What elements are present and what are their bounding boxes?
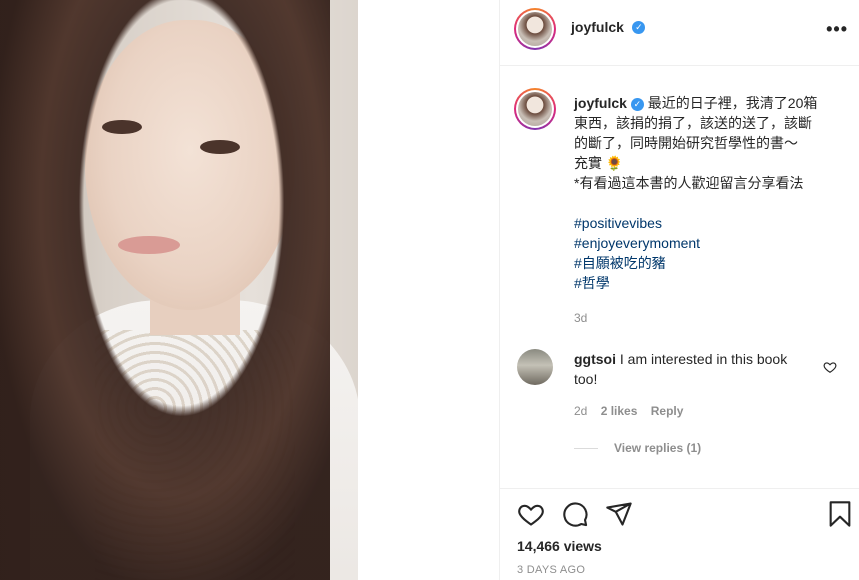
author-name-row: joyfulck ✓	[571, 19, 646, 37]
hashtag-link[interactable]: #自願被吃的豬	[574, 253, 844, 273]
comment-meta: 2d 2 likes Reply	[574, 404, 693, 418]
caption-line: 的斷了，同時開始研究哲學性的書～	[574, 135, 798, 151]
share-icon[interactable]	[605, 500, 633, 528]
reply-button[interactable]: Reply	[651, 404, 684, 418]
heart-icon[interactable]	[517, 500, 545, 528]
caption-timestamp[interactable]: 3d	[574, 311, 587, 325]
commenter-username[interactable]: ggtsoi	[574, 351, 616, 367]
hashtag-link[interactable]: #enjoyeverymoment	[574, 233, 844, 253]
comment-body: ggtsoi I am interested in this book too!	[574, 349, 804, 389]
photo-eye-left	[102, 120, 142, 134]
more-options-icon[interactable]: •••	[826, 19, 848, 40]
view-replies[interactable]: View replies (1)	[574, 441, 701, 455]
photo-hair	[0, 0, 330, 580]
post-caption: joyfulck ✓ 最近的日子裡，我清了20箱 東西，該捐的捐了，該送的送了，該…	[574, 93, 844, 328]
caption-author-avatar[interactable]	[514, 88, 556, 130]
caption-line: *有看過這本書的人歡迎留言分享看法	[574, 175, 804, 191]
post-header: joyfulck ✓ •••	[500, 0, 859, 66]
commenter-avatar[interactable]	[517, 349, 553, 385]
view-replies-label[interactable]: View replies (1)	[614, 441, 701, 455]
caption-line: 東西，該捐的捐了，該送的送了，該斷	[574, 115, 812, 131]
post-photo[interactable]	[0, 0, 358, 580]
comment-likes[interactable]: 2 likes	[601, 404, 638, 418]
comment-timestamp[interactable]: 2d	[574, 404, 587, 418]
bookmark-icon[interactable]	[826, 500, 854, 528]
comment-like-heart-icon[interactable]	[823, 360, 837, 374]
comment-icon[interactable]	[561, 500, 589, 528]
author-username[interactable]: joyfulck	[571, 19, 624, 35]
verified-badge-icon: ✓	[630, 97, 644, 111]
actions-divider	[500, 488, 859, 489]
post-side-panel: joyfulck ✓ ••• joyfulck ✓ 最近的日子裡，我清了20箱 東…	[499, 0, 859, 580]
photo-eye-right	[200, 140, 240, 154]
caption-username[interactable]: joyfulck	[574, 95, 627, 111]
hashtag-link[interactable]: #哲學	[574, 273, 844, 293]
hashtag-link[interactable]: #positivevibes	[574, 213, 844, 233]
author-avatar[interactable]	[514, 8, 556, 50]
caption-line: 充實 🌻	[574, 155, 624, 171]
view-count[interactable]: 14,466 views	[517, 538, 602, 554]
replies-divider	[574, 448, 598, 450]
photo-lips	[118, 236, 180, 254]
verified-badge-icon: ✓	[632, 21, 646, 35]
caption-line: 最近的日子裡，我清了20箱	[647, 95, 818, 111]
post-date[interactable]: 3 DAYS AGO	[517, 564, 585, 576]
